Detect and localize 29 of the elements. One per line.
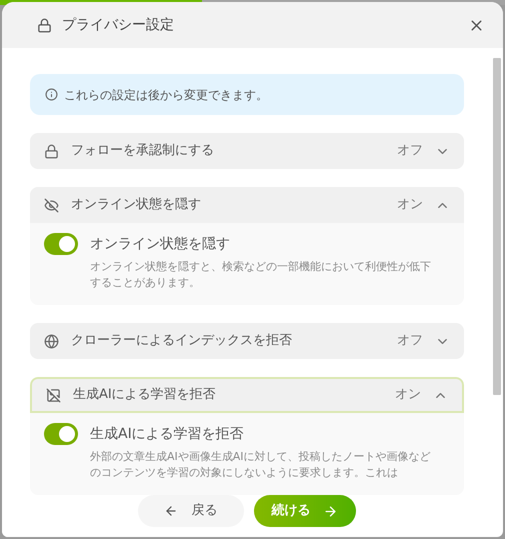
setting-description: 外部の文章生成AIや画像生成AIに対して、投稿したノートや画像などのコンテンツを学習の対象にしないように要求します。これは [90,449,432,481]
setting-status: オフ [397,142,423,160]
setting-header[interactable]: オンライン状態を隠す オン [30,187,464,223]
toggle-switch[interactable] [44,423,78,445]
toggle-label: オンライン状態を隠す [90,234,230,254]
setting-header[interactable]: フォローを承認制にする オフ [30,133,464,169]
back-button[interactable]: 戻る [138,495,244,527]
dialog-title: プライバシー設定 [62,16,174,34]
setting-status: オン [395,386,421,404]
setting-title: クローラーによるインデックスを拒否 [71,332,292,350]
lock-icon [44,144,59,158]
lock-icon [37,18,52,32]
setting-title: フォローを承認制にする [71,142,214,160]
setting-title: オンライン状態を隠す [71,196,201,214]
setting-header[interactable]: 生成AIによる学習を拒否 オン [30,377,464,413]
scrollbar-thumb[interactable] [493,58,501,395]
info-text: これらの設定は後から変更できます。 [64,86,268,104]
toggle-switch[interactable] [44,233,78,255]
arrow-right-icon [322,504,338,518]
setting-header[interactable]: クローラーによるインデックスを拒否 オフ [30,323,464,359]
toggle-label: 生成AIによる学習を拒否 [90,424,244,444]
globe-icon [44,334,59,348]
setting-description: オンライン状態を隠すと、検索などの一部機能において利便性が低下することがあります。 [90,259,432,291]
setting-title: 生成AIによる学習を拒否 [73,386,216,404]
image-icon [46,388,61,402]
setting-status: オン [397,196,423,214]
info-icon [45,88,58,101]
eye-off-icon [44,198,59,212]
setting-status: オフ [397,332,423,350]
